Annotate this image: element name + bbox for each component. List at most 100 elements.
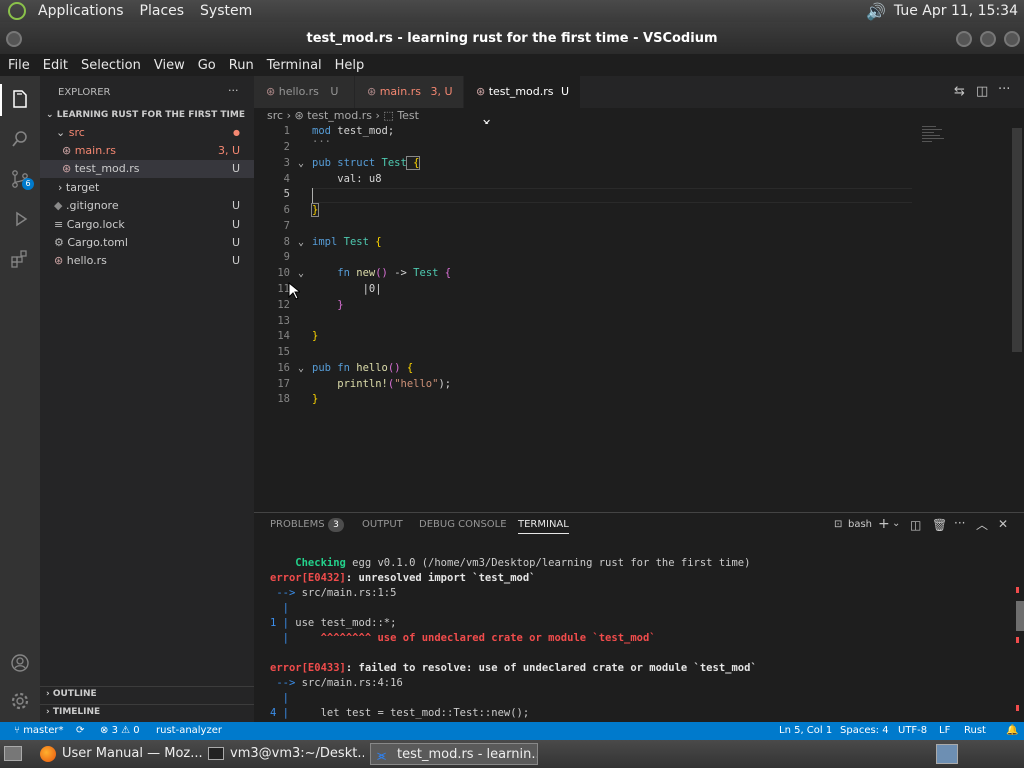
line-ending[interactable]: LF xyxy=(939,722,950,740)
firefox-icon xyxy=(40,746,56,762)
line-number-current: 5 xyxy=(283,188,290,200)
tree-item-cargo-toml[interactable]: ⚙ Cargo.toml U xyxy=(40,234,254,252)
workspace-root[interactable]: ⌄ LEARNING RUST FOR THE FIRST TIME xyxy=(40,106,254,124)
trash-icon[interactable]: 🗑 xyxy=(932,518,947,532)
menu-view[interactable]: View xyxy=(146,58,190,73)
taskbar: User Manual — Moz... vm3@vm3:~/Deskt... … xyxy=(0,740,1024,768)
more-actions-icon[interactable]: ··· xyxy=(998,82,1010,97)
tree-item-target[interactable]: › target xyxy=(40,179,254,197)
menu-edit[interactable]: Edit xyxy=(35,58,73,73)
task-label: User Manual — Moz... xyxy=(62,746,202,761)
sync-icon[interactable]: ⟳ xyxy=(76,722,84,740)
tab-problems[interactable]: PROBLEMS xyxy=(270,519,325,530)
problems-status[interactable]: ⊗ 3 ⚠ 0 xyxy=(100,722,140,740)
outline-section[interactable]: › OUTLINE xyxy=(40,685,254,703)
window-menu-button[interactable] xyxy=(6,31,22,47)
tree-item-test-mod-rs[interactable]: ⊛ test_mod.rs U xyxy=(40,160,254,178)
explorer-sidebar: EXPLORER ··· ⌄ LEARNING RUST FOR THE FIR… xyxy=(40,76,254,722)
outline-label: OUTLINE xyxy=(52,689,97,699)
explorer-icon[interactable] xyxy=(8,88,32,112)
menu-terminal[interactable]: Terminal xyxy=(259,58,327,73)
terminal-line: | xyxy=(270,602,289,614)
distro-logo-icon[interactable] xyxy=(8,2,26,20)
window-titlebar[interactable]: test_mod.rs - learning rust for the firs… xyxy=(0,22,1024,54)
indentation[interactable]: Spaces: 4 xyxy=(840,722,889,740)
tree-item-src[interactable]: ⌄ src ● xyxy=(40,124,254,142)
places-menu[interactable]: Places xyxy=(132,3,193,19)
close-window-button[interactable] xyxy=(1004,31,1020,47)
language-mode[interactable]: Rust xyxy=(964,722,986,740)
editor-scrollbar[interactable] xyxy=(1012,128,1022,352)
tree-item-label: test_mod.rs xyxy=(74,162,140,175)
breadcrumb-symbol[interactable]: Test xyxy=(397,109,419,122)
explorer-more-button[interactable]: ··· xyxy=(228,84,239,97)
split-terminal-icon[interactable]: ◫ xyxy=(910,518,921,532)
tree-item-gitignore[interactable]: ◆ .gitignore U xyxy=(40,197,254,215)
rust-analyzer-status[interactable]: rust-analyzer xyxy=(156,722,222,740)
chevron-down-icon[interactable]: ⌄ xyxy=(892,518,900,529)
split-editor-icon[interactable]: ◫ xyxy=(976,84,988,99)
code-line: } xyxy=(312,393,319,405)
fold-chevron-icon[interactable]: ⌄ xyxy=(298,363,304,374)
maximize-panel-icon[interactable]: ︿ xyxy=(976,516,988,533)
fold-chevron-icon[interactable]: ⌄ xyxy=(298,237,304,248)
fold-chevron-icon[interactable]: ⌄ xyxy=(298,158,304,169)
code-editor[interactable]: 1 2 3 4 5 6 7 8 9 10 11 12 13 14 15 16 1… xyxy=(254,124,1024,512)
notifications-bell-icon[interactable]: 🔔 xyxy=(1006,722,1018,740)
cursor-position[interactable]: Ln 5, Col 1 xyxy=(779,722,832,740)
account-icon[interactable] xyxy=(8,652,32,676)
compare-changes-icon[interactable]: ⇆ xyxy=(954,84,965,99)
menu-selection[interactable]: Selection xyxy=(73,58,146,73)
menu-file[interactable]: File xyxy=(0,58,35,73)
extensions-icon[interactable] xyxy=(8,248,32,272)
error-count: 3 xyxy=(111,725,118,736)
tab-terminal[interactable]: TERMINAL xyxy=(518,519,569,534)
menu-help[interactable]: Help xyxy=(327,58,370,73)
shell-select[interactable]: bash xyxy=(848,519,872,530)
warning-count: 0 xyxy=(133,725,140,736)
tree-item-main-rs[interactable]: ⊛ main.rs 3, U xyxy=(40,142,254,160)
encoding[interactable]: UTF-8 xyxy=(898,722,927,740)
breadcrumb-file[interactable]: test_mod.rs xyxy=(307,109,372,122)
new-terminal-icon[interactable]: + xyxy=(878,516,890,532)
close-panel-icon[interactable]: ✕ xyxy=(998,517,1008,531)
git-branch-icon: ⑂ xyxy=(14,725,24,736)
menu-run[interactable]: Run xyxy=(221,58,259,73)
source-control-icon[interactable]: 6 xyxy=(8,168,34,192)
task-terminal[interactable]: vm3@vm3:~/Deskt... xyxy=(204,743,364,765)
applications-menu[interactable]: Applications xyxy=(30,3,132,19)
run-debug-icon[interactable] xyxy=(8,208,32,232)
line-number: 11 xyxy=(277,283,290,295)
panel-more-icon[interactable]: ··· xyxy=(954,516,965,530)
manage-gear-icon[interactable] xyxy=(8,690,32,714)
task-firefox[interactable]: User Manual — Moz... xyxy=(36,743,202,765)
maximize-button[interactable] xyxy=(980,31,996,47)
minimap[interactable] xyxy=(922,126,954,166)
tab-main-rs[interactable]: ⊛ main.rs 3, U xyxy=(355,76,463,108)
tree-item-cargo-lock[interactable]: ≡ Cargo.lock U xyxy=(40,216,254,234)
system-menu[interactable]: System xyxy=(192,3,260,19)
task-vscodium[interactable]: ⪤ test_mod.rs - learnin... xyxy=(370,743,538,765)
mouse-pointer-icon xyxy=(288,282,300,300)
line-number: 9 xyxy=(283,251,290,263)
menu-go[interactable]: Go xyxy=(190,58,221,73)
terminal-scrollbar[interactable] xyxy=(1016,601,1024,631)
show-desktop-icon[interactable] xyxy=(4,746,22,761)
fold-chevron-icon[interactable]: ⌄ xyxy=(298,268,304,279)
timeline-section[interactable]: › TIMELINE xyxy=(40,703,254,721)
breadcrumb-folder[interactable]: src xyxy=(267,109,283,122)
search-icon[interactable] xyxy=(8,128,32,152)
rust-file-icon: ⊛ xyxy=(62,144,75,157)
tab-hello-rs[interactable]: ⊛ hello.rs U xyxy=(254,76,354,108)
tab-debug-console[interactable]: DEBUG CONSOLE xyxy=(419,519,507,530)
minimize-button[interactable] xyxy=(956,31,972,47)
branch-status[interactable]: ⑂ master* xyxy=(14,722,63,740)
clock[interactable]: Tue Apr 11, 15:34 xyxy=(894,3,1018,19)
terminal-app-icon xyxy=(208,747,224,760)
tree-item-hello-rs[interactable]: ⊛ hello.rs U xyxy=(40,252,254,270)
volume-icon[interactable]: 🔊 xyxy=(866,2,886,21)
tab-test-mod-rs[interactable]: ⊛ test_mod.rs U ✕ xyxy=(464,76,580,130)
line-number: 1 xyxy=(283,125,290,137)
workspace-switcher[interactable] xyxy=(936,744,958,764)
tab-output[interactable]: OUTPUT xyxy=(362,519,403,530)
